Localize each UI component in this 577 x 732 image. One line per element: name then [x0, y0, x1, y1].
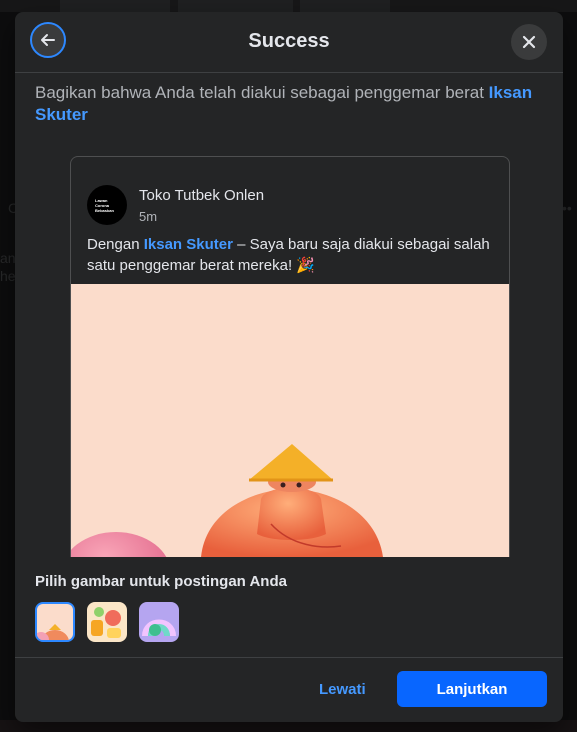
dialog-footer: Lewati Lanjutkan — [15, 657, 563, 722]
image-picker — [35, 602, 179, 642]
image-option-pink-figure[interactable] — [35, 602, 75, 642]
post-preview: Lawan Corona Bebaskan Toko Tutbek Onlen … — [70, 156, 510, 557]
intro-text: Bagikan bahwa Anda telah diakui sebagai … — [35, 83, 489, 102]
image-option-purple-rainbow[interactable] — [139, 602, 179, 642]
image-picker-label: Pilih gambar untuk postingan Anda — [35, 573, 287, 590]
post-timestamp: 5m — [139, 209, 158, 224]
image-option-colorful-stickers[interactable] — [87, 602, 127, 642]
dialog-title: Success — [248, 30, 330, 52]
post-artist-link[interactable]: Iksan Skuter — [144, 236, 233, 253]
post-image — [71, 284, 509, 557]
post-author: Toko Tutbek Onlen — [139, 187, 265, 204]
skip-button[interactable]: Lewati — [319, 681, 366, 698]
dialog-header: Success — [15, 12, 563, 73]
post-text: Dengan Iksan Skuter – Saya baru saja dia… — [87, 236, 490, 274]
share-intro-text: Bagikan bahwa Anda telah diakui sebagai … — [35, 82, 545, 126]
close-button[interactable] — [511, 24, 547, 60]
success-dialog: Success Bagikan bahwa Anda telah diakui … — [15, 12, 563, 722]
close-icon — [522, 35, 536, 49]
fan-badge-illustration — [71, 444, 383, 557]
avatar: Lawan Corona Bebaskan — [87, 185, 127, 225]
continue-button[interactable]: Lanjutkan — [397, 671, 547, 707]
